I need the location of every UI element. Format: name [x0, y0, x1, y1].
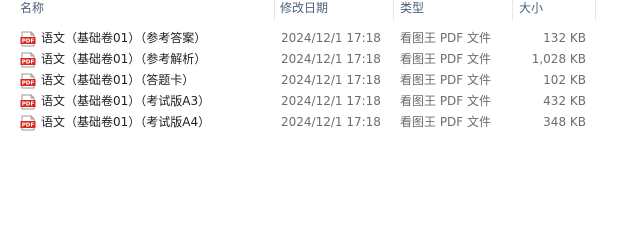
file-row[interactable]: PDF 语文（基础卷01）（考试版A3） 2024/12/1 17:18 看图王… [0, 91, 632, 112]
column-divider[interactable] [595, 0, 596, 20]
svg-text:PDF: PDF [22, 123, 35, 129]
file-name-cell: PDF 语文（基础卷01）（答题卡） [20, 70, 274, 91]
svg-text:PDF: PDF [22, 60, 35, 66]
pdf-icon: PDF [20, 115, 36, 131]
file-name: 语文（基础卷01）（参考解析） [41, 52, 207, 66]
file-name: 语文（基础卷01）（答题卡） [41, 73, 195, 87]
file-name-cell: PDF 语文（基础卷01）（考试版A4） [20, 112, 274, 133]
file-row[interactable]: PDF 语文（基础卷01）（参考答案） 2024/12/1 17:18 看图王 … [0, 28, 632, 49]
pdf-icon: PDF [20, 31, 36, 47]
file-type: 看图王 PDF 文件 [400, 73, 492, 87]
file-name: 语文（基础卷01）（考试版A3） [41, 94, 211, 108]
file-type: 看图王 PDF 文件 [400, 31, 492, 45]
file-name: 语文（基础卷01）（考试版A4） [41, 115, 211, 129]
svg-text:PDF: PDF [22, 102, 35, 108]
pdf-icon: PDF [20, 52, 36, 68]
file-rows: PDF 语文（基础卷01）（参考答案） 2024/12/1 17:18 看图王 … [0, 28, 632, 133]
file-date: 2024/12/1 17:18 [281, 94, 381, 108]
file-size: 1,028 KB [531, 52, 586, 66]
file-type: 看图王 PDF 文件 [400, 52, 492, 66]
file-size: 132 KB [543, 31, 586, 45]
column-header-name[interactable]: 名称 [14, 0, 274, 20]
file-type: 看图王 PDF 文件 [400, 115, 492, 129]
file-size: 432 KB [543, 94, 586, 108]
column-header-date[interactable]: 修改日期 [274, 0, 393, 20]
file-size: 102 KB [543, 73, 586, 87]
file-name: 语文（基础卷01）（参考答案） [41, 31, 207, 45]
svg-text:PDF: PDF [22, 81, 35, 87]
column-header-size[interactable]: 大小 [513, 0, 595, 20]
file-name-cell: PDF 语文（基础卷01）（考试版A3） [20, 91, 274, 112]
svg-text:PDF: PDF [22, 39, 35, 45]
file-date: 2024/12/1 17:18 [281, 31, 381, 45]
pdf-icon: PDF [20, 73, 36, 89]
file-date: 2024/12/1 17:18 [281, 73, 381, 87]
file-date: 2024/12/1 17:18 [281, 115, 381, 129]
column-header-bar: 名称 修改日期 类型 大小 [0, 0, 596, 20]
column-header-type[interactable]: 类型 [394, 0, 512, 20]
file-date: 2024/12/1 17:18 [281, 52, 381, 66]
file-list-view: 名称 修改日期 类型 大小 PDF 语文（基础卷01）（参考答案） 2024/1… [0, 0, 632, 213]
file-type: 看图王 PDF 文件 [400, 94, 492, 108]
file-row[interactable]: PDF 语文（基础卷01）（答题卡） 2024/12/1 17:18 看图王 P… [0, 70, 632, 91]
file-size: 348 KB [543, 115, 586, 129]
file-name-cell: PDF 语文（基础卷01）（参考解析） [20, 49, 274, 70]
file-name-cell: PDF 语文（基础卷01）（参考答案） [20, 28, 274, 49]
pdf-icon: PDF [20, 94, 36, 110]
file-row[interactable]: PDF 语文（基础卷01）（参考解析） 2024/12/1 17:18 看图王 … [0, 49, 632, 70]
file-row[interactable]: PDF 语文（基础卷01）（考试版A4） 2024/12/1 17:18 看图王… [0, 112, 632, 133]
